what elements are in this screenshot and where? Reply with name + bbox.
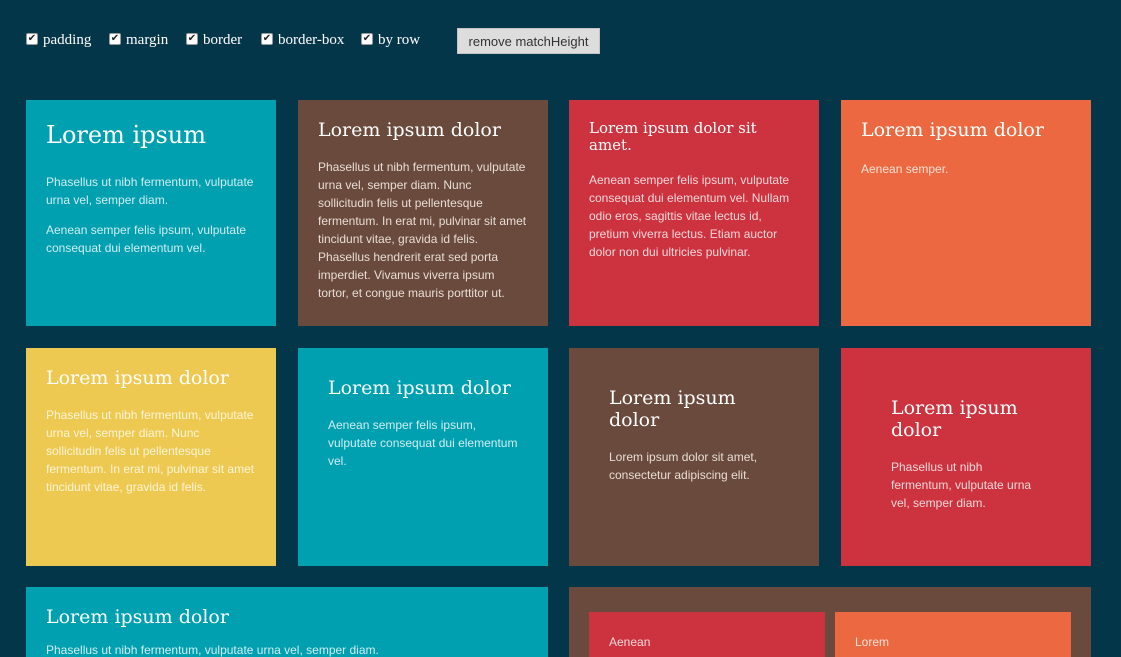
tile-1: Lorem ipsum Phasellus ut nibh fermentum,… (26, 100, 276, 326)
border-box-checkbox[interactable]: ✔ (261, 32, 273, 45)
tile-title: Lorem ipsum dolor (609, 387, 736, 431)
border-checkbox[interactable]: ✔ (186, 32, 198, 45)
border-box-option[interactable]: ✔ border-box (261, 32, 344, 49)
tile-text: Phasellus ut nibh fermentum, vulputate u… (46, 174, 254, 207)
tile-6: Lorem ipsum dolor Aenean semper felis ip… (298, 348, 548, 566)
tile-4: Lorem ipsum dolor Aenean semper. (841, 100, 1091, 326)
tile-title: Lorem ipsum dolor (891, 397, 1018, 441)
border-option[interactable]: ✔ border (186, 32, 242, 49)
nested-tile-1: Aenean (589, 612, 825, 657)
nested-tile-text: Aenean (609, 635, 651, 649)
tile-nested-container: Aenean Lorem (569, 587, 1091, 657)
tile-text: Aenean semper. (861, 161, 949, 176)
nested-tile-text: Lorem (855, 635, 890, 649)
tile-text: Phasellus ut nibh fermentum, vulputate u… (46, 642, 379, 657)
by-row-checkbox[interactable]: ✔ (361, 32, 373, 45)
border-box-label: border-box (278, 32, 345, 48)
tile-title: Lorem ipsum dolor (46, 606, 229, 628)
tile-text: Aenean semper felis ipsum, vulputate con… (589, 172, 790, 259)
by-row-label: by row (378, 32, 421, 48)
tile-8: Lorem ipsum dolor Phasellus ut nibh ferm… (841, 348, 1091, 566)
border-label: border (203, 32, 243, 48)
tile-title: Lorem ipsum dolor (318, 119, 501, 141)
tile-5: Lorem ipsum dolor Phasellus ut nibh ferm… (26, 348, 276, 566)
tile-9: Lorem ipsum dolor Phasellus ut nibh ferm… (26, 587, 548, 657)
controls-bar: ✔ padding ✔ margin ✔ border ✔ border-box… (26, 28, 726, 54)
tile-7: Lorem ipsum dolor Lorem ipsum dolor sit … (569, 348, 819, 566)
tile-title: Lorem ipsum dolor (328, 377, 511, 399)
tile-text: Phasellus ut nibh fermentum, vulputate u… (46, 407, 255, 494)
margin-option[interactable]: ✔ margin (109, 32, 168, 49)
margin-checkbox[interactable]: ✔ (109, 32, 121, 45)
padding-checkbox[interactable]: ✔ (26, 32, 38, 45)
tile-title: Lorem ipsum (46, 121, 207, 149)
tile-text: Lorem ipsum dolor sit amet, consectetur … (609, 449, 758, 482)
padding-label: padding (43, 32, 92, 48)
nested-tile-2: Lorem (835, 612, 1071, 657)
margin-label: margin (126, 32, 169, 48)
tile-title: Lorem ipsum dolor sit amet. (589, 119, 757, 155)
tile-text: Phasellus ut nibh fermentum, vulputate u… (891, 459, 1032, 510)
remove-matchheight-button[interactable]: remove matchHeight (457, 28, 600, 54)
tile-title: Lorem ipsum dolor (46, 367, 229, 389)
padding-option[interactable]: ✔ padding (26, 32, 91, 49)
tile-text: Aenean semper felis ipsum, vulputate con… (46, 222, 247, 255)
tile-3: Lorem ipsum dolor sit amet. Aenean sempe… (569, 100, 819, 326)
by-row-option[interactable]: ✔ by row (361, 32, 420, 49)
tile-text: Phasellus ut nibh fermentum, vulputate u… (318, 159, 527, 300)
tile-2: Lorem ipsum dolor Phasellus ut nibh ferm… (298, 100, 548, 326)
tile-text: Aenean semper felis ipsum, vulputate con… (328, 417, 518, 468)
tile-title: Lorem ipsum dolor (861, 119, 1044, 141)
